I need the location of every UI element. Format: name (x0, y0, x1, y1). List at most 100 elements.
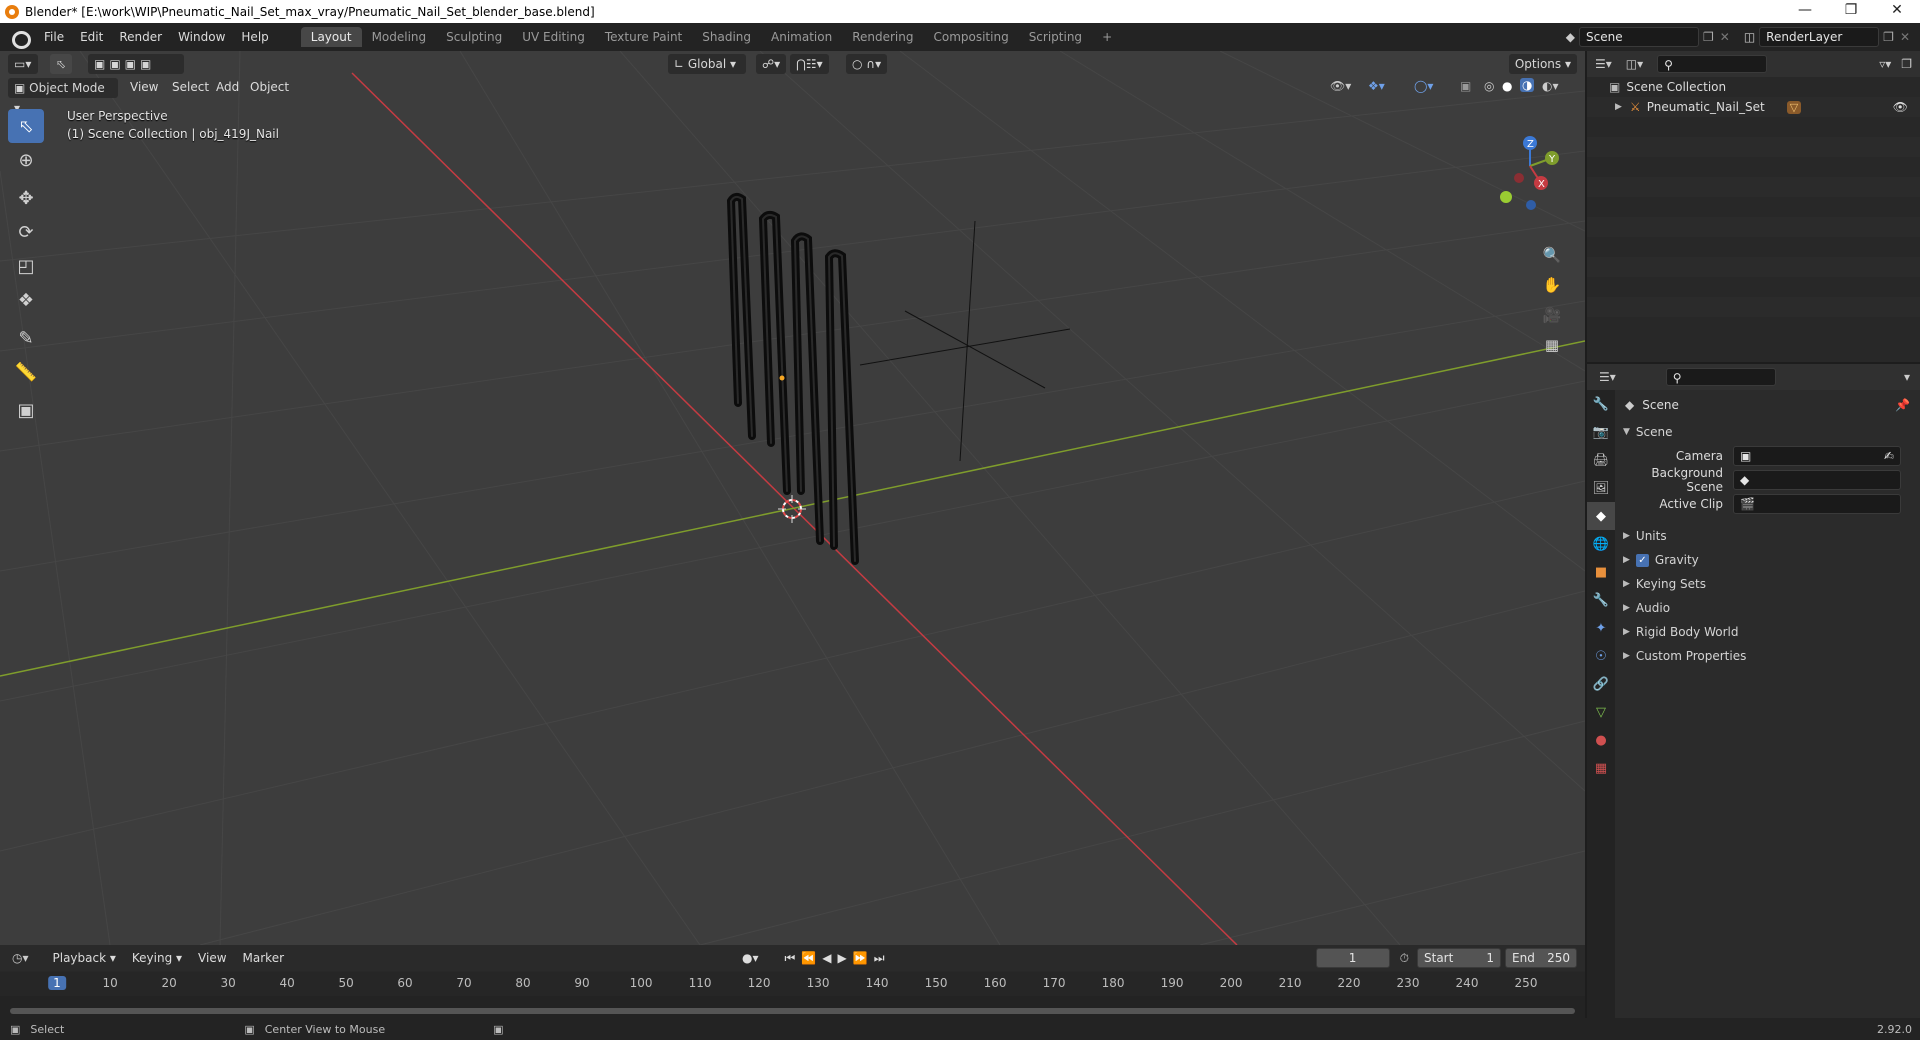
physics-tab-icon[interactable]: ☉ (1587, 642, 1615, 670)
tab-layout[interactable]: Layout (300, 27, 362, 47)
editor-type-icon[interactable]: ▭▾ (8, 54, 38, 74)
timeline-ruler[interactable]: 1 10 20 30 40 50 60 70 80 90 100 110 120 130 140 150 160… (0, 972, 1585, 996)
timeline-editor-type-icon[interactable]: ◷▾ (12, 951, 29, 965)
viewport-menu-object[interactable]: Object (242, 80, 297, 94)
xray-toggle-icon[interactable]: ▣ (1460, 79, 1471, 93)
outliner-item-row[interactable]: ▶ ⚔ Pneumatic_Nail_Set ▽ 👁 (1587, 97, 1920, 117)
rotate-tool-icon[interactable]: ⟳ (8, 215, 44, 249)
outliner-search-input[interactable]: ⚲ (1657, 55, 1768, 73)
add-cube-tool-icon[interactable]: ▣ (8, 393, 44, 427)
outliner-scene-collection-row[interactable]: ▣ Scene Collection (1587, 77, 1920, 97)
preview-range-icon[interactable]: ⏱ (1400, 951, 1409, 966)
overlays-toggle-icon[interactable]: ◯▾ (1414, 79, 1433, 93)
tab-animation[interactable]: Animation (761, 27, 842, 47)
jump-start-icon[interactable]: ⏮ (785, 951, 796, 966)
output-tab-icon[interactable]: 🖨 (1587, 446, 1615, 474)
outliner-editor-type-icon[interactable]: ☰▾ (1595, 57, 1612, 71)
pin-icon[interactable]: 📌 (1895, 398, 1910, 412)
3d-viewport[interactable]: ▭▾ ⬁ ▣▣▣▣ ∟ Global ▾ ☍▾ ⋂☷▾ ○ ∩▾ Options… (0, 51, 1585, 945)
view-layer-tab-icon[interactable]: 🖼 (1587, 474, 1615, 502)
menu-help[interactable]: Help (233, 30, 276, 44)
background-scene-field[interactable]: ◆ (1733, 470, 1901, 490)
end-frame-field[interactable]: End 250 (1505, 948, 1577, 968)
texture-tab-icon[interactable]: ▦ (1587, 754, 1615, 782)
timeline-menu-keying[interactable]: Keying ▾ (124, 951, 190, 965)
render-tab-icon[interactable]: 📷 (1587, 418, 1615, 446)
scale-tool-icon[interactable]: ◰ (8, 249, 44, 283)
rigid-body-world-panel-header[interactable]: ▶ Rigid Body World (1615, 620, 1920, 644)
custom-properties-panel-header[interactable]: ▶ Custom Properties (1615, 644, 1920, 668)
measure-tool-icon[interactable]: 📏 (8, 355, 44, 389)
scene-selector-icon[interactable]: ◆ (1566, 30, 1575, 44)
gravity-panel-header[interactable]: ▶ ✓ Gravity (1615, 548, 1920, 572)
new-renderlayer-icon[interactable]: ❐ (1883, 30, 1894, 44)
gravity-checkbox[interactable]: ✓ (1635, 553, 1649, 567)
data-tab-icon[interactable]: ▽ (1587, 698, 1615, 726)
snap-icon[interactable]: ⋂☷▾ (790, 54, 829, 74)
timeline-menu-view[interactable]: View (190, 951, 234, 965)
visibility-eye-icon[interactable]: 👁▾ (1330, 79, 1351, 93)
delete-renderlayer-icon[interactable]: ✕ (1900, 30, 1910, 44)
tab-modeling[interactable]: Modeling (362, 27, 437, 47)
scene-name-field[interactable]: Scene (1579, 27, 1699, 47)
filter-icon[interactable]: ▿▾ (1879, 57, 1891, 71)
options-dropdown[interactable]: Options ▾ (1508, 54, 1577, 74)
modifier-tab-icon[interactable]: 🔧 (1587, 586, 1615, 614)
timeline-menu-marker[interactable]: Marker (235, 951, 292, 965)
shading-rendered-icon[interactable]: ◐▾ (1542, 79, 1559, 93)
tab-sculpting[interactable]: Sculpting (436, 27, 512, 47)
add-workspace-icon[interactable]: + (1092, 27, 1122, 47)
annotate-tool-icon[interactable]: ✎ (8, 321, 44, 355)
tab-uv-editing[interactable]: UV Editing (512, 27, 595, 47)
properties-editor-type-icon[interactable]: ☰▾ (1599, 370, 1616, 384)
units-panel-header[interactable]: ▶ Units (1615, 524, 1920, 548)
record-icon[interactable]: ●▾ (742, 951, 759, 965)
delete-scene-icon[interactable]: ✕ (1720, 30, 1730, 44)
maximize-button[interactable]: ❐ (1828, 0, 1874, 23)
minimize-button[interactable]: — (1782, 0, 1828, 23)
constraints-tab-icon[interactable]: 🔗 (1587, 670, 1615, 698)
menu-file[interactable]: File (36, 30, 72, 44)
select-box-tool-icon[interactable]: ⬁ (8, 109, 44, 143)
cursor-tool-icon[interactable]: ⊕ (8, 143, 44, 177)
particles-tab-icon[interactable]: ✦ (1587, 614, 1615, 642)
expand-arrow-icon[interactable]: ▶ (1615, 102, 1622, 112)
play-icon[interactable]: ▶ (838, 951, 847, 965)
pivot-point-icon[interactable]: ☍▾ (756, 54, 787, 74)
material-tab-icon[interactable]: ● (1587, 726, 1615, 754)
properties-search-input[interactable]: ⚲ (1665, 368, 1776, 386)
start-frame-field[interactable]: Start 1 (1417, 948, 1501, 968)
gizmo-toggle-icon[interactable]: ❖▾ (1368, 79, 1385, 93)
tab-compositing[interactable]: Compositing (923, 27, 1018, 47)
renderlayer-field[interactable]: RenderLayer (1759, 27, 1880, 47)
jump-keyframe-back-icon[interactable]: ⏪ (801, 951, 816, 965)
current-frame-field[interactable]: 1 (1315, 948, 1390, 968)
timeline-track[interactable] (0, 996, 1585, 1018)
select-mode-icons[interactable]: ▣▣▣▣ (88, 54, 184, 74)
close-button[interactable]: ✕ (1874, 0, 1920, 23)
scene-tab-icon[interactable]: ◆ (1587, 502, 1615, 530)
keying-sets-panel-header[interactable]: ▶ Keying Sets (1615, 572, 1920, 596)
new-scene-icon[interactable]: ❐ (1703, 30, 1714, 44)
zoom-icon[interactable]: 🔍 (1538, 241, 1566, 269)
tab-scripting[interactable]: Scripting (1019, 27, 1092, 47)
properties-options-icon[interactable]: ▾ (1904, 370, 1910, 384)
audio-panel-header[interactable]: ▶ Audio (1615, 596, 1920, 620)
scene-panel-header[interactable]: ▼ Scene (1615, 420, 1920, 444)
camera-field[interactable]: ▣ ✍ (1733, 446, 1901, 466)
pan-hand-icon[interactable]: ✋ (1538, 271, 1566, 299)
ortho-toggle-icon[interactable]: ▦ (1538, 331, 1566, 359)
axis-gizmo[interactable]: Z Y X (1475, 111, 1585, 221)
proportional-edit-icon[interactable]: ○ ∩▾ (846, 54, 888, 74)
shading-material-icon[interactable]: ◑ (1520, 78, 1535, 92)
transform-tool-icon[interactable]: ❖ (8, 283, 44, 317)
visibility-eye-icon[interactable]: 👁 (1893, 100, 1908, 114)
camera-view-icon[interactable]: 🎥 (1538, 301, 1566, 329)
tab-rendering[interactable]: Rendering (842, 27, 923, 47)
tab-texture-paint[interactable]: Texture Paint (595, 27, 692, 47)
select-tool-icon[interactable]: ⬁ (50, 54, 73, 74)
shading-wireframe-icon[interactable]: ◎ (1484, 79, 1494, 93)
jump-keyframe-forward-icon[interactable]: ⏩ (853, 951, 868, 965)
world-tab-icon[interactable]: 🌐 (1587, 530, 1615, 558)
move-tool-icon[interactable]: ✥ (8, 181, 44, 215)
